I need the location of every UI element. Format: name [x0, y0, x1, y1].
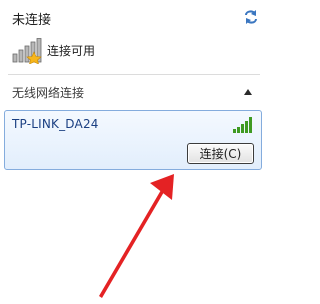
refresh-icon[interactable] — [240, 6, 262, 28]
chevron-up-icon[interactable] — [244, 89, 252, 95]
wireless-section-header[interactable]: 无线网络连接 — [12, 84, 84, 101]
divider — [8, 74, 260, 75]
connect-button[interactable]: 连接(C) — [187, 143, 254, 164]
wifi-panel: 未连接 连接可用 无线网络连接 TP-LINK_DA24 连接(C) — [0, 0, 266, 304]
network-ssid: TP-LINK_DA24 — [12, 117, 99, 131]
wifi-signal-icon — [233, 117, 252, 133]
connections-available-label: 连接可用 — [47, 44, 96, 58]
network-item-selected[interactable]: TP-LINK_DA24 连接(C) — [4, 110, 262, 170]
connection-status-title: 未连接 — [12, 13, 52, 28]
signal-bars-with-star-icon — [12, 38, 42, 64]
